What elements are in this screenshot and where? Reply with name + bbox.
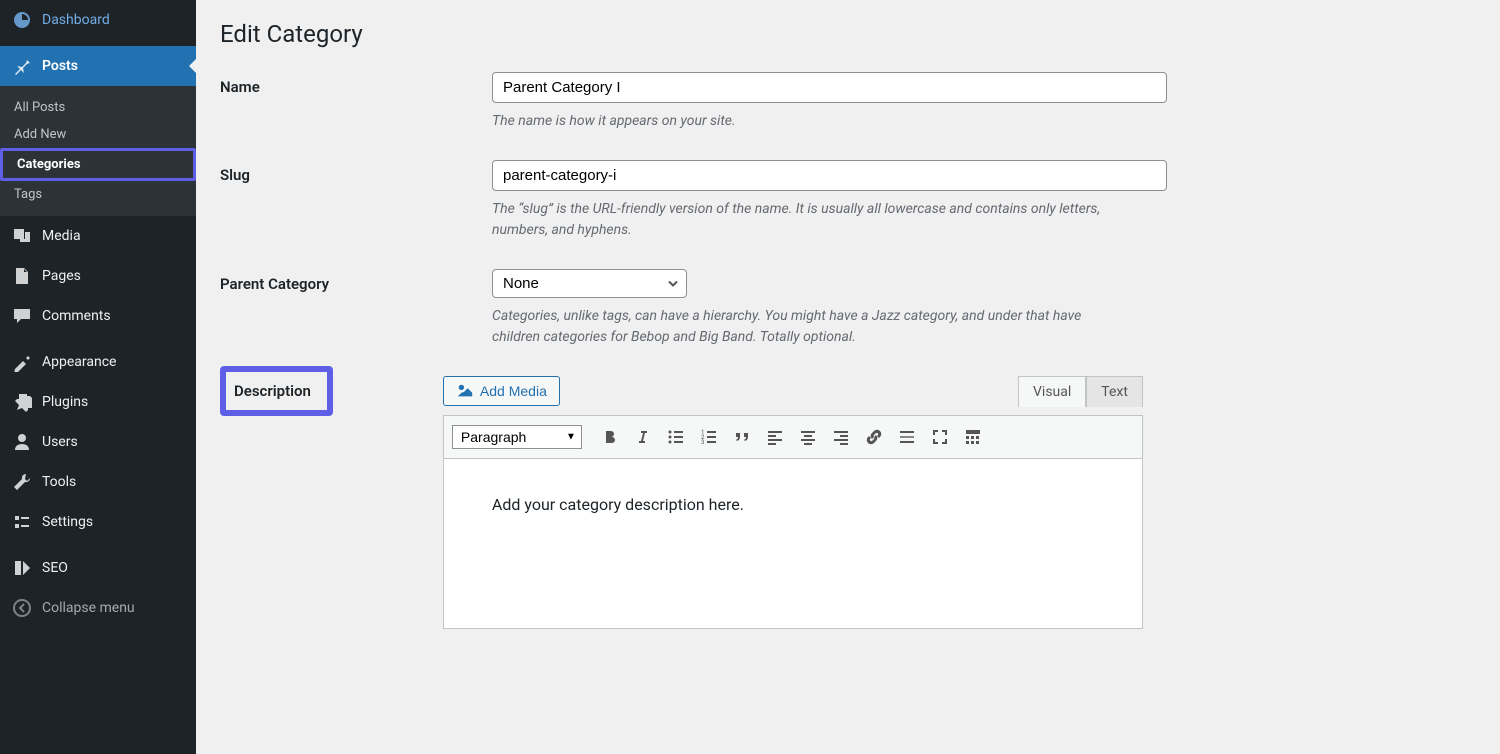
parent-help: Categories, unlike tags, can have a hier…	[492, 306, 1132, 348]
sidebar-item-users[interactable]: Users	[0, 422, 196, 462]
sidebar-item-pages[interactable]: Pages	[0, 256, 196, 296]
parent-select[interactable]: None	[492, 269, 687, 298]
media-icon	[12, 226, 32, 246]
sidebar-label: Posts	[42, 58, 78, 74]
pages-icon	[12, 266, 32, 286]
toolbar-toggle-button[interactable]	[958, 422, 988, 452]
slug-label: Slug	[220, 160, 492, 184]
name-input[interactable]	[492, 72, 1167, 103]
sidebar-sub-tags[interactable]: Tags	[0, 181, 196, 208]
sidebar-item-settings[interactable]: Settings	[0, 502, 196, 542]
appearance-icon	[12, 352, 32, 372]
pin-icon	[12, 56, 32, 76]
sidebar-label: Collapse menu	[42, 600, 135, 616]
add-media-button[interactable]: Add Media	[443, 376, 560, 406]
dashboard-icon	[12, 10, 32, 30]
sidebar-label: Dashboard	[42, 12, 110, 28]
sidebar-label: SEO	[42, 560, 68, 576]
main-content: Edit Category Name The name is how it ap…	[196, 0, 1500, 754]
link-button[interactable]	[859, 422, 889, 452]
align-center-button[interactable]	[793, 422, 823, 452]
field-row-slug: Slug The “slug” is the URL-friendly vers…	[220, 160, 1476, 241]
tab-visual[interactable]: Visual	[1018, 376, 1086, 407]
bold-button[interactable]	[595, 422, 625, 452]
slug-input[interactable]	[492, 160, 1167, 191]
editor-tabs: Visual Text	[1018, 376, 1143, 407]
plugins-icon	[12, 392, 32, 412]
users-icon	[12, 432, 32, 452]
sidebar-item-posts[interactable]: Posts	[0, 46, 196, 86]
slug-help: The “slug” is the URL-friendly version o…	[492, 199, 1132, 241]
sidebar-sub-add-new[interactable]: Add New	[0, 121, 196, 148]
sidebar-label: Comments	[42, 308, 111, 324]
sidebar-label: Settings	[42, 514, 93, 530]
field-row-parent: Parent Category None Categories, unlike …	[220, 269, 1476, 348]
settings-icon	[12, 512, 32, 532]
sidebar-item-media[interactable]: Media	[0, 216, 196, 256]
sidebar-label: Media	[42, 228, 81, 244]
italic-button[interactable]	[628, 422, 658, 452]
align-left-button[interactable]	[760, 422, 790, 452]
bullet-list-button[interactable]	[661, 422, 691, 452]
sidebar-item-seo[interactable]: SEO	[0, 548, 196, 588]
sidebar-item-plugins[interactable]: Plugins	[0, 382, 196, 422]
tools-icon	[12, 472, 32, 492]
tab-text[interactable]: Text	[1086, 376, 1143, 407]
sidebar-sub-all-posts[interactable]: All Posts	[0, 94, 196, 121]
page-title: Edit Category	[220, 20, 1476, 48]
sidebar-label: Appearance	[42, 354, 116, 370]
seo-icon	[12, 558, 32, 578]
sidebar-sub-categories[interactable]: Categories	[0, 148, 196, 181]
admin-sidebar: Dashboard Posts All Posts Add New Catego…	[0, 0, 196, 754]
field-row-name: Name The name is how it appears on your …	[220, 72, 1476, 132]
parent-label: Parent Category	[220, 269, 492, 293]
sidebar-item-tools[interactable]: Tools	[0, 462, 196, 502]
svg-text:3: 3	[701, 439, 704, 446]
sidebar-collapse[interactable]: Collapse menu	[0, 588, 196, 628]
numbered-list-button[interactable]: 123	[694, 422, 724, 452]
sidebar-label: Pages	[42, 268, 81, 284]
sidebar-item-dashboard[interactable]: Dashboard	[0, 0, 196, 40]
sidebar-item-comments[interactable]: Comments	[0, 296, 196, 336]
align-right-button[interactable]	[826, 422, 856, 452]
comments-icon	[12, 306, 32, 326]
quote-button[interactable]	[727, 422, 757, 452]
collapse-icon	[12, 598, 32, 618]
sidebar-posts-submenu: All Posts Add New Categories Tags	[0, 86, 196, 216]
insert-more-button[interactable]	[892, 422, 922, 452]
fullscreen-button[interactable]	[925, 422, 955, 452]
media-icon	[456, 382, 474, 400]
format-select[interactable]: Paragraph	[452, 425, 582, 449]
name-label: Name	[220, 72, 492, 96]
field-row-description: Description Add Media Visual Text Paragr…	[220, 376, 1476, 629]
sidebar-label: Tools	[42, 474, 76, 490]
editor-content: Add your category description here.	[492, 495, 1094, 514]
sidebar-label: Plugins	[42, 394, 88, 410]
editor-toolbar: Paragraph ▼ 123	[443, 415, 1143, 459]
name-help: The name is how it appears on your site.	[492, 111, 1132, 132]
description-label: Description	[220, 366, 333, 416]
sidebar-label: Users	[42, 434, 78, 450]
add-media-label: Add Media	[480, 383, 547, 399]
sidebar-item-appearance[interactable]: Appearance	[0, 342, 196, 382]
editor-canvas[interactable]: Add your category description here.	[443, 459, 1143, 629]
